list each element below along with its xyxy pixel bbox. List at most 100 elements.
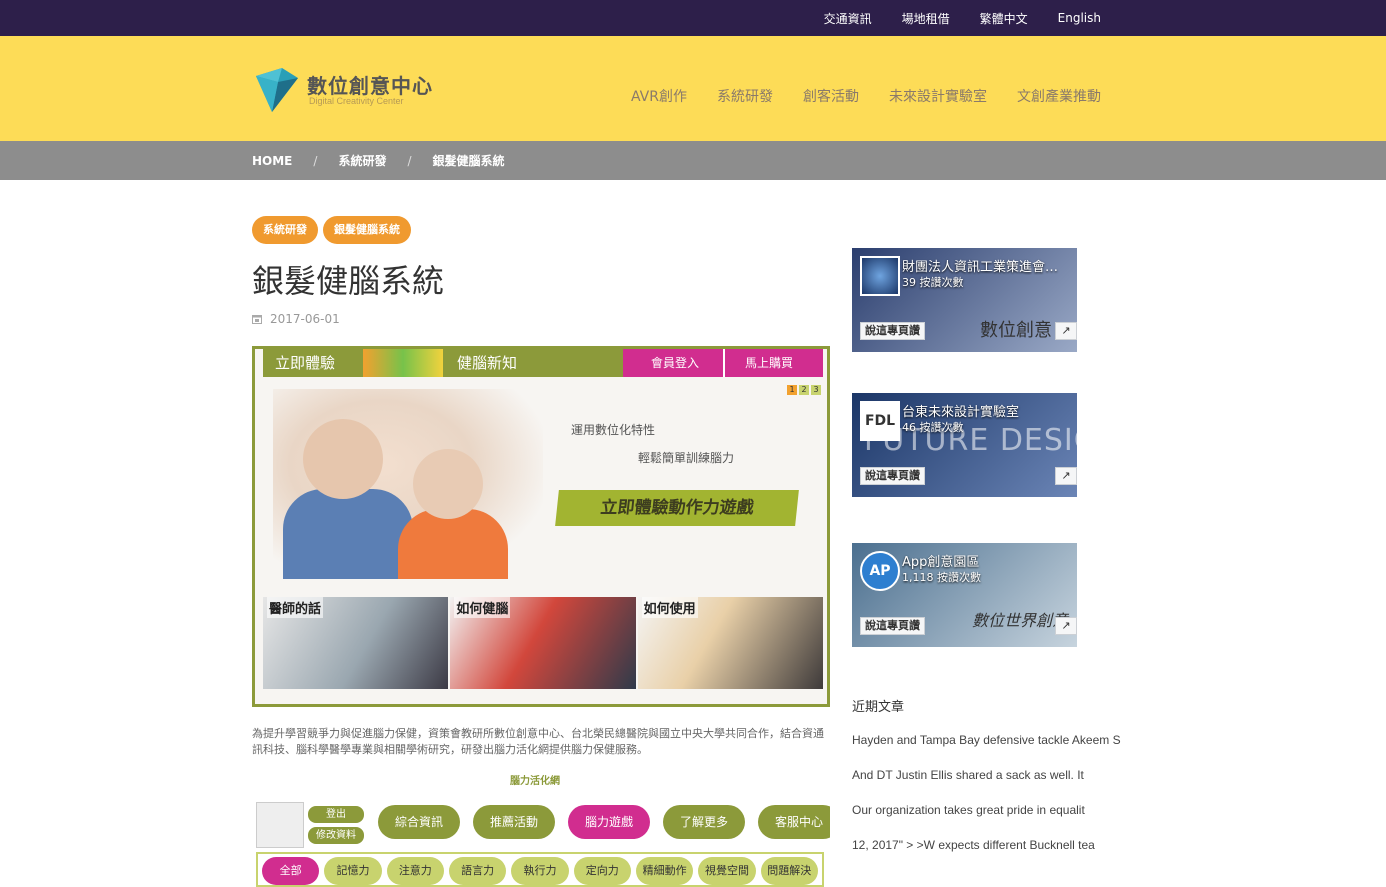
nav-item-cultural-industry[interactable]: 文創產業推動 <box>1017 86 1101 106</box>
fb-like-button[interactable]: 說這專頁讚 <box>860 617 925 635</box>
game-filters: 全部 記憶力 注意力 語言力 執行力 定向力 精細動作 視覺空間 問題解決 <box>256 852 824 887</box>
menu-brain-games[interactable]: 腦力遊戲 <box>568 805 650 839</box>
hero-nav-try-now[interactable]: 立即體驗 <box>263 349 363 377</box>
recent-post-link[interactable]: Hayden and Tampa Bay defensive tackle Ak… <box>852 732 1124 748</box>
link-traffic-info[interactable]: 交通資訊 <box>809 10 887 27</box>
hero-nav-login[interactable]: 會員登入 <box>623 349 723 377</box>
recent-post-link[interactable]: Our organization takes great pride in eq… <box>852 802 1124 818</box>
filter-all[interactable]: 全部 <box>262 857 320 885</box>
filter-execution[interactable]: 執行力 <box>511 857 569 885</box>
utility-links: 交通資訊 場地租借 繁體中文 English <box>809 0 1116 36</box>
share-icon[interactable]: ↗ <box>1055 322 1077 340</box>
recent-posts-list: Hayden and Tampa Bay defensive tackle Ak… <box>852 732 1124 872</box>
breadcrumb-current: 銀髮健腦系統 <box>432 154 505 168</box>
logo-subtitle: Digital Creativity Center <box>309 96 404 106</box>
post-tags: 系統研發 銀髮健腦系統 <box>252 216 411 244</box>
fb-cover-text: 數位創意 <box>980 320 1052 341</box>
breadcrumb: HOME / 系統研發 / 銀髮健腦系統 <box>252 141 505 180</box>
hero-banner: 立即體驗 健腦新知 會員登入 馬上購買 1 2 3 運用數位化特性 輕鬆簡單訓練… <box>252 346 830 707</box>
site-header: 數位創意中心 Digital Creativity Center AVR創作 系… <box>0 36 1386 141</box>
thumb-label: 醫師的話 <box>267 597 324 618</box>
fb-page-widget[interactable]: 數位創意 財團法人資訊工業策進會… 39 按讚次數 說這專頁讚 ↗ <box>852 248 1077 352</box>
filter-language[interactable]: 語言力 <box>448 857 507 885</box>
breadcrumb-home[interactable]: HOME <box>252 154 292 168</box>
hero-nav-news[interactable]: 健腦新知 <box>443 349 623 377</box>
logo-name: 數位創意中心 <box>307 74 433 98</box>
post-title: 銀髮健腦系統 <box>252 262 445 300</box>
fb-page-avatar: AP <box>860 551 900 591</box>
thumb-how-to-use[interactable]: 如何使用 <box>637 597 823 689</box>
hero-pager-2[interactable]: 2 <box>799 385 809 395</box>
hero-nav-buy[interactable]: 馬上購買 <box>723 349 823 377</box>
post-date-text: 2017-06-01 <box>270 312 340 326</box>
seniors-photo <box>273 389 543 579</box>
fb-page-avatar: FDL <box>860 401 900 441</box>
fb-page-name[interactable]: App創意園區 <box>902 551 1074 570</box>
post-intro: 為提升學習競爭力與促進腦力保健，資策會教研所數位創意中心、台北榮民總醫院與國立中… <box>252 727 824 756</box>
menu-general-info[interactable]: 綜合資訊 <box>378 805 460 839</box>
filter-problem-solving[interactable]: 問題解決 <box>760 857 818 885</box>
fb-like-button[interactable]: 說這專頁讚 <box>860 467 925 485</box>
thumb-how-to-train[interactable]: 如何健腦 <box>450 597 636 689</box>
hero-pager: 1 2 3 <box>787 385 821 395</box>
fb-page-name[interactable]: 財團法人資訊工業策進會… <box>902 256 1074 275</box>
nav-item-avr[interactable]: AVR創作 <box>631 86 687 106</box>
share-icon[interactable]: ↗ <box>1055 617 1077 635</box>
game-brand: 腦力活化網 <box>510 776 560 787</box>
site-logo[interactable]: 數位創意中心 Digital Creativity Center <box>252 66 442 116</box>
fb-page-name[interactable]: 台東未來設計實驗室 <box>902 401 1074 420</box>
thumb-label: 如何使用 <box>641 597 698 618</box>
menu-support[interactable]: 客服中心 <box>758 805 830 839</box>
breadcrumb-bar: HOME / 系統研發 / 銀髮健腦系統 <box>0 141 1386 180</box>
breadcrumb-category[interactable]: 系統研發 <box>338 152 386 169</box>
hero-tagline-2: 輕鬆簡單訓練腦力 <box>638 451 735 465</box>
main-nav: AVR創作 系統研發 創客活動 未來設計實驗室 文創產業推動 <box>601 36 1101 156</box>
nav-item-system-dev[interactable]: 系統研發 <box>717 86 773 106</box>
hero-pager-1[interactable]: 1 <box>787 385 797 395</box>
hero-tagline-1: 運用數位化特性 <box>571 423 656 437</box>
share-icon[interactable]: ↗ <box>1055 467 1077 485</box>
hero-pager-3[interactable]: 3 <box>811 385 821 395</box>
menu-learn-more[interactable]: 了解更多 <box>663 805 745 839</box>
hero-cta-button[interactable]: 立即體驗動作力遊戲 <box>555 490 799 526</box>
hero-nav-decoration <box>363 349 443 377</box>
recent-post-link[interactable]: 12, 2017" > >W expects different Bucknel… <box>852 837 1124 853</box>
hero-nav-strip: 立即體驗 健腦新知 會員登入 馬上購買 <box>263 349 823 377</box>
top-utility-bar: 交通資訊 場地租借 繁體中文 English <box>0 0 1386 36</box>
account-buttons: 登出 修改資料 <box>308 806 364 844</box>
recent-post-link[interactable]: And DT Justin Ellis shared a sack as wel… <box>852 767 1124 783</box>
post-date: 2017-06-01 <box>252 312 340 326</box>
filter-attention[interactable]: 注意力 <box>386 857 444 885</box>
thumb-label: 如何健腦 <box>454 597 511 618</box>
filter-memory[interactable]: 記憶力 <box>324 857 382 885</box>
filter-orientation[interactable]: 定向力 <box>573 857 631 885</box>
breadcrumb-separator: / <box>407 153 412 168</box>
avatar <box>256 802 304 848</box>
fb-page-avatar <box>860 256 900 296</box>
tag-system-dev[interactable]: 系統研發 <box>252 216 318 244</box>
calendar-icon <box>252 315 262 324</box>
link-english[interactable]: English <box>1043 11 1116 25</box>
fb-page-widget[interactable]: FUTURE DESIGN L FDL 台東未來設計實驗室 46 按讚次數 說這… <box>852 393 1077 497</box>
game-menu: 綜合資訊 推薦活動 腦力遊戲 了解更多 客服中心 <box>378 805 830 839</box>
fb-like-button[interactable]: 說這專頁讚 <box>860 322 925 340</box>
fb-page-widget[interactable]: 數位世界創意 AP App創意園區 1,118 按讚次數 說這專頁讚 ↗ <box>852 543 1077 647</box>
fb-cover-text: 數位世界創意 <box>972 611 1069 630</box>
fb-page-likes: 1,118 按讚次數 <box>902 571 981 584</box>
link-traditional-chinese[interactable]: 繁體中文 <box>965 10 1043 27</box>
menu-recommended[interactable]: 推薦活動 <box>473 805 555 839</box>
edit-profile-button[interactable]: 修改資料 <box>308 827 364 844</box>
hero-thumbnails: 醫師的話 如何健腦 如何使用 <box>263 597 823 689</box>
breadcrumb-separator: / <box>313 153 318 168</box>
nav-item-maker[interactable]: 創客活動 <box>803 86 859 106</box>
thumb-doctor[interactable]: 醫師的話 <box>263 597 449 689</box>
link-venue-rental[interactable]: 場地租借 <box>887 10 965 27</box>
diamond-logo-icon <box>256 68 298 112</box>
filter-visual-spatial[interactable]: 視覺空間 <box>698 857 756 885</box>
nav-item-future-design-lab[interactable]: 未來設計實驗室 <box>889 86 987 106</box>
filter-fine-motor[interactable]: 精細動作 <box>635 857 694 885</box>
brain-game-screenshot: 腦力活化網 登出 修改資料 綜合資訊 推薦活動 腦力遊戲 了解更多 客服中心 全… <box>252 768 830 887</box>
fb-page-likes: 46 按讚次數 <box>902 421 964 434</box>
logout-button[interactable]: 登出 <box>308 806 364 823</box>
tag-silver-brain[interactable]: 銀髮健腦系統 <box>323 216 411 244</box>
